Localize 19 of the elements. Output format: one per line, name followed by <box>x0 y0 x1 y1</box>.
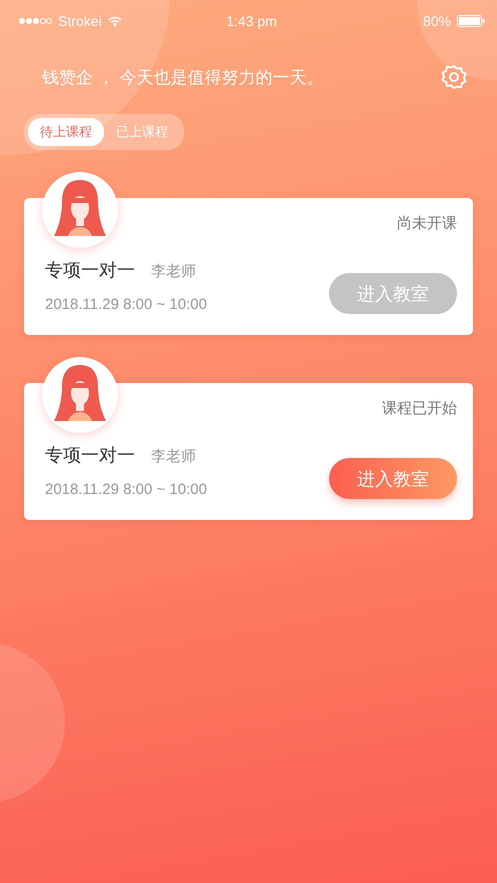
clock-time: 1:43 pm <box>226 13 277 29</box>
course-status: 课程已开始 <box>382 399 457 419</box>
course-time: 2018.11.29 8:00 ~ 10:00 <box>45 296 207 313</box>
course-tab[interactable]: 已上课程 <box>104 118 180 146</box>
course-title: 专项一对一 <box>45 444 135 467</box>
signal-dots-icon <box>18 17 52 25</box>
carrier-name: Strokei <box>58 13 102 29</box>
course-tab[interactable]: 待上课程 <box>28 118 104 146</box>
greeting-text: 钱赞企 ， 今天也是值得努力的一天。 <box>42 66 324 88</box>
battery-percent: 80% <box>422 13 451 29</box>
course-status: 尚未开课 <box>397 214 457 234</box>
course-title: 专项一对一 <box>45 259 135 282</box>
teacher-name: 李老师 <box>151 447 196 466</box>
wifi-icon <box>108 16 122 26</box>
enter-classroom-button[interactable]: 进入教室 <box>329 458 457 499</box>
teacher-name: 李老师 <box>151 262 196 281</box>
course-time: 2018.11.29 8:00 ~ 10:00 <box>45 481 207 498</box>
battery-icon <box>457 15 485 27</box>
settings-icon[interactable] <box>441 64 467 90</box>
